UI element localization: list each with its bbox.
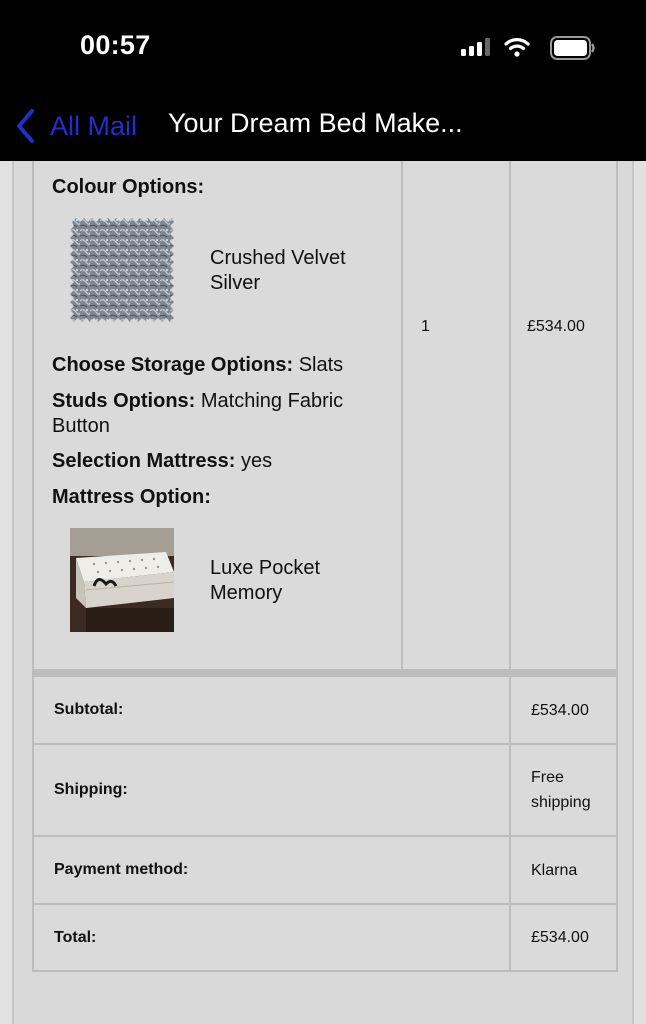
payment-method-label: Payment method: [32,835,511,905]
back-button[interactable]: All Mail [14,104,137,148]
email-content[interactable]: Colour Options: Crushed Velvet Silver Ch… [0,161,646,1024]
storage-option-label: Choose Storage Options: [52,354,294,376]
studs-option-line: Studs Options: Matching Fabric Button [52,389,392,439]
mattress-name: Luxe Pocket Memory [210,557,321,604]
total-row: Total: £534.00 [32,903,618,972]
colour-swatch-name: Crushed Velvet Silver [210,247,346,294]
item-price: £534.00 [527,318,585,335]
product-cell: Colour Options: Crushed Velvet Silver Ch… [32,161,403,671]
mattress-selection-value: yes [240,450,273,472]
storage-option-line: Choose Storage Options: Slats [52,353,392,378]
quantity-cell: 1 [401,161,511,671]
wifi-icon [504,38,530,57]
mattress-selection-line: Selection Mattress: yes [52,449,392,474]
shipping-row: Shipping: Free shipping [32,743,618,837]
top-bar: 00:57 All Mail Your Dream Bed Make... [0,0,646,161]
payment-method-value: Klarna [509,835,618,905]
quantity-value: 1 [421,318,430,335]
battery-icon [550,36,595,60]
price-cell: £534.00 [509,161,618,671]
total-value: £534.00 [509,903,618,972]
mattress-selection-label: Selection Mattress: [52,450,236,472]
colour-options-label: Colour Options: [52,176,205,198]
status-time: 00:57 [80,30,151,60]
order-item-table: Colour Options: Crushed Velvet Silver Ch… [32,161,618,671]
storage-option-value: Slats [298,354,344,376]
crushed-velvet-swatch-image [70,218,174,322]
email-subject-title: Your Dream Bed Make... [168,108,463,138]
studs-option-label: Studs Options: [52,390,196,412]
shipping-value: Free shipping [509,743,618,837]
subtotal-row: Subtotal: £534.00 [32,675,618,745]
subtotal-value: £534.00 [509,675,618,745]
cellular-signal-icon [461,38,490,56]
mattress-option-label: Mattress Option: [52,486,211,508]
chevron-left-icon [17,109,34,143]
mattress-image [70,528,174,632]
status-icons [436,34,596,62]
shipping-label: Shipping: [32,743,511,837]
email-body: Colour Options: Crushed Velvet Silver Ch… [12,161,634,1024]
back-label: All Mail [50,110,138,141]
total-label: Total: [32,903,511,972]
payment-method-row: Payment method: Klarna [32,835,618,905]
subtotal-label: Subtotal: [32,675,511,745]
